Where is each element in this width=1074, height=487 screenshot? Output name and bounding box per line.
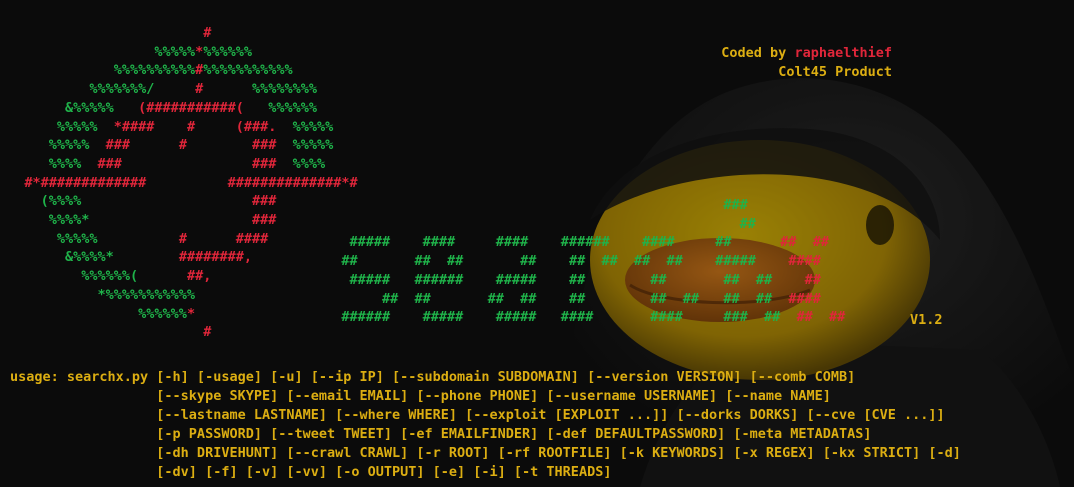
ascii-art-line: %%%%%%%%%%#%%%%%%%%%%% — [0, 61, 293, 80]
ascii-art-line: ## — [0, 215, 756, 234]
ascii-art-segment: ##### #### #### ###### #### ## — [0, 234, 781, 251]
ascii-art-segment: &%%%%% — [0, 99, 139, 116]
ascii-art-line: ## ## ## ## ## ## ## ## ## #### — [0, 290, 821, 309]
product-name: Colt45 Product — [778, 64, 892, 80]
ascii-art-segment: %%%%%% — [268, 99, 317, 116]
credits-line-author: Coded by raphaelthief — [721, 44, 892, 63]
ascii-art-line: %%%%%%%/ # %%%%%%%% — [0, 80, 317, 99]
ascii-art-segment: %%%% — [292, 155, 326, 172]
usage-line: [--skype SKYPE] [--email EMAIL] [--phone… — [10, 387, 831, 404]
ascii-art-segment: ## ## — [780, 234, 830, 251]
ascii-art-segment: #### — [788, 290, 821, 307]
ascii-art-segment: %%%%%%%/ — [0, 81, 155, 98]
ascii-art-segment: ## ## ## ## ## ## ## ## ##### — [0, 253, 789, 270]
ascii-art-segment: # — [0, 25, 212, 41]
ascii-art-line: %%%%% ### # ### %%%%% — [0, 136, 333, 155]
ascii-art-segment: %%%%% — [0, 118, 114, 135]
ascii-art-segment: %%%%%%%%%% — [0, 62, 196, 79]
ascii-art-segment: %%%%%%%% — [251, 81, 318, 98]
ascii-art-segment: ###### ##### ##### #### #### ### ## — [0, 309, 797, 326]
ascii-art-segment: *#### # (###. — [113, 118, 293, 135]
coded-by-label: Coded by — [721, 45, 787, 61]
ascii-art-segment: %%%%% — [0, 43, 196, 60]
ascii-art-segment: ## — [804, 271, 821, 288]
usage-line: usage: searchx.py [-h] [-usage] [-u] [--… — [10, 369, 856, 385]
usage-line: [-dh DRIVEHUNT] [--crawl CRAWL] [-r ROOT… — [10, 444, 961, 461]
ascii-art-segment: # — [195, 62, 204, 79]
ascii-art-segment: * — [195, 43, 204, 60]
ascii-art-line: %%%% ### ### %%%% — [0, 155, 325, 174]
ascii-art-segment: ### # ### — [105, 137, 293, 154]
ascii-art-line: #*############# ##############*# — [0, 174, 358, 193]
ascii-art-segment: (###########( — [138, 99, 269, 116]
ascii-art-segment: ### ### — [97, 155, 293, 172]
ascii-art-line: # — [0, 24, 211, 43]
ascii-art-segment: #*############# ##############*# — [0, 174, 358, 191]
usage-line: [-dv] [-f] [-v] [-vv] [-o OUTPUT] [-e] [… — [10, 463, 612, 480]
terminal-window[interactable]: # %%%%%*%%%%%% %%%%%%%%%%#%%%%%%%%%%% %%… — [0, 0, 1074, 487]
ascii-art-segment: %%%% — [0, 155, 98, 172]
ascii-art-line: ### — [0, 196, 748, 215]
ascii-art-segment: ## ## ## ## ## ## ## ## ## — [0, 290, 789, 307]
ascii-art-segment: ## — [0, 215, 756, 232]
usage-line: [-p PASSWORD] [--tweet TWEET] [-ef EMAIL… — [10, 425, 872, 442]
ascii-art-line: ## ## ## ## ## ## ## ## ##### #### — [0, 252, 821, 271]
ascii-art-segment: %%%%% — [0, 137, 106, 154]
ascii-art-line: &%%%%% (###########( %%%%%% — [0, 99, 317, 118]
ascii-art-segment: %%%%%%%%%%% — [203, 62, 293, 79]
ascii-art-line: ###### ##### ##### #### #### ### ## ## #… — [0, 308, 845, 327]
ascii-art-segment: ##### ###### ##### ## ## ## ## — [0, 271, 805, 288]
ascii-art-segment: #### — [788, 253, 821, 270]
ascii-art-segment: %%%%% — [292, 118, 334, 135]
ascii-art-line: ##### ###### ##### ## ## ## ## ## — [0, 271, 821, 290]
ascii-art-segment: %%%%%% — [203, 43, 252, 60]
ascii-art-segment: # — [154, 81, 252, 98]
ascii-art-segment: ### — [0, 197, 748, 213]
ascii-art-line: %%%%%*%%%%%% — [0, 43, 252, 62]
ascii-art-segment: ## ## — [796, 309, 846, 326]
usage-line: [--lastname LASTNAME] [--where WHERE] [-… — [10, 406, 945, 423]
version-label: V1.2 — [910, 312, 943, 328]
ascii-art-segment: %%%%% — [292, 137, 334, 154]
credits-block: Coded by raphaelthief Colt45 Product — [721, 44, 892, 82]
ascii-art-line: %%%%% *#### # (###. %%%%% — [0, 118, 333, 137]
author-name: raphaelthief — [794, 45, 892, 61]
usage-text: usage: searchx.py [-h] [-usage] [-u] [--… — [10, 368, 961, 481]
ascii-art-line: ##### #### #### ###### #### ## ## ## — [0, 233, 829, 252]
